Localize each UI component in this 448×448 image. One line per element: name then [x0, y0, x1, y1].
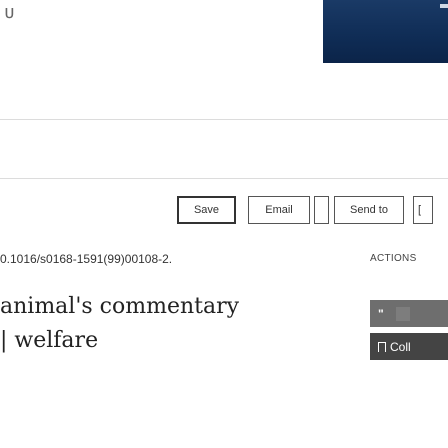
cite-chip: [395, 306, 410, 321]
journal-cover-image: [323, 0, 448, 63]
toolbar-spacer: [314, 196, 329, 224]
cite-button[interactable]: ": [370, 300, 448, 327]
article-doi[interactable]: 0.1016/s0168-1591(99)00108-2.: [0, 252, 172, 266]
collections-label: Coll: [390, 339, 411, 354]
title-line: | welfare: [0, 328, 99, 353]
save-button[interactable]: Save: [177, 196, 236, 224]
bookmark-icon: [378, 341, 386, 352]
divider: [0, 178, 448, 179]
article-toolbar: Save Email Send to [: [0, 196, 448, 224]
display-options-button[interactable]: [: [413, 196, 433, 224]
divider: [0, 119, 448, 120]
actions-heading: ACTIONS: [370, 253, 417, 264]
email-button[interactable]: Email: [248, 196, 310, 224]
send-to-button[interactable]: Send to: [334, 196, 404, 224]
article-title: animal's commentary | welfare: [0, 290, 330, 358]
collections-button[interactable]: Coll: [370, 333, 448, 360]
quote-icon: ": [378, 306, 384, 321]
brand-logo[interactable]: ᴜ: [4, 2, 14, 23]
cover-detail: [440, 4, 448, 8]
title-line: animal's commentary: [0, 294, 240, 319]
